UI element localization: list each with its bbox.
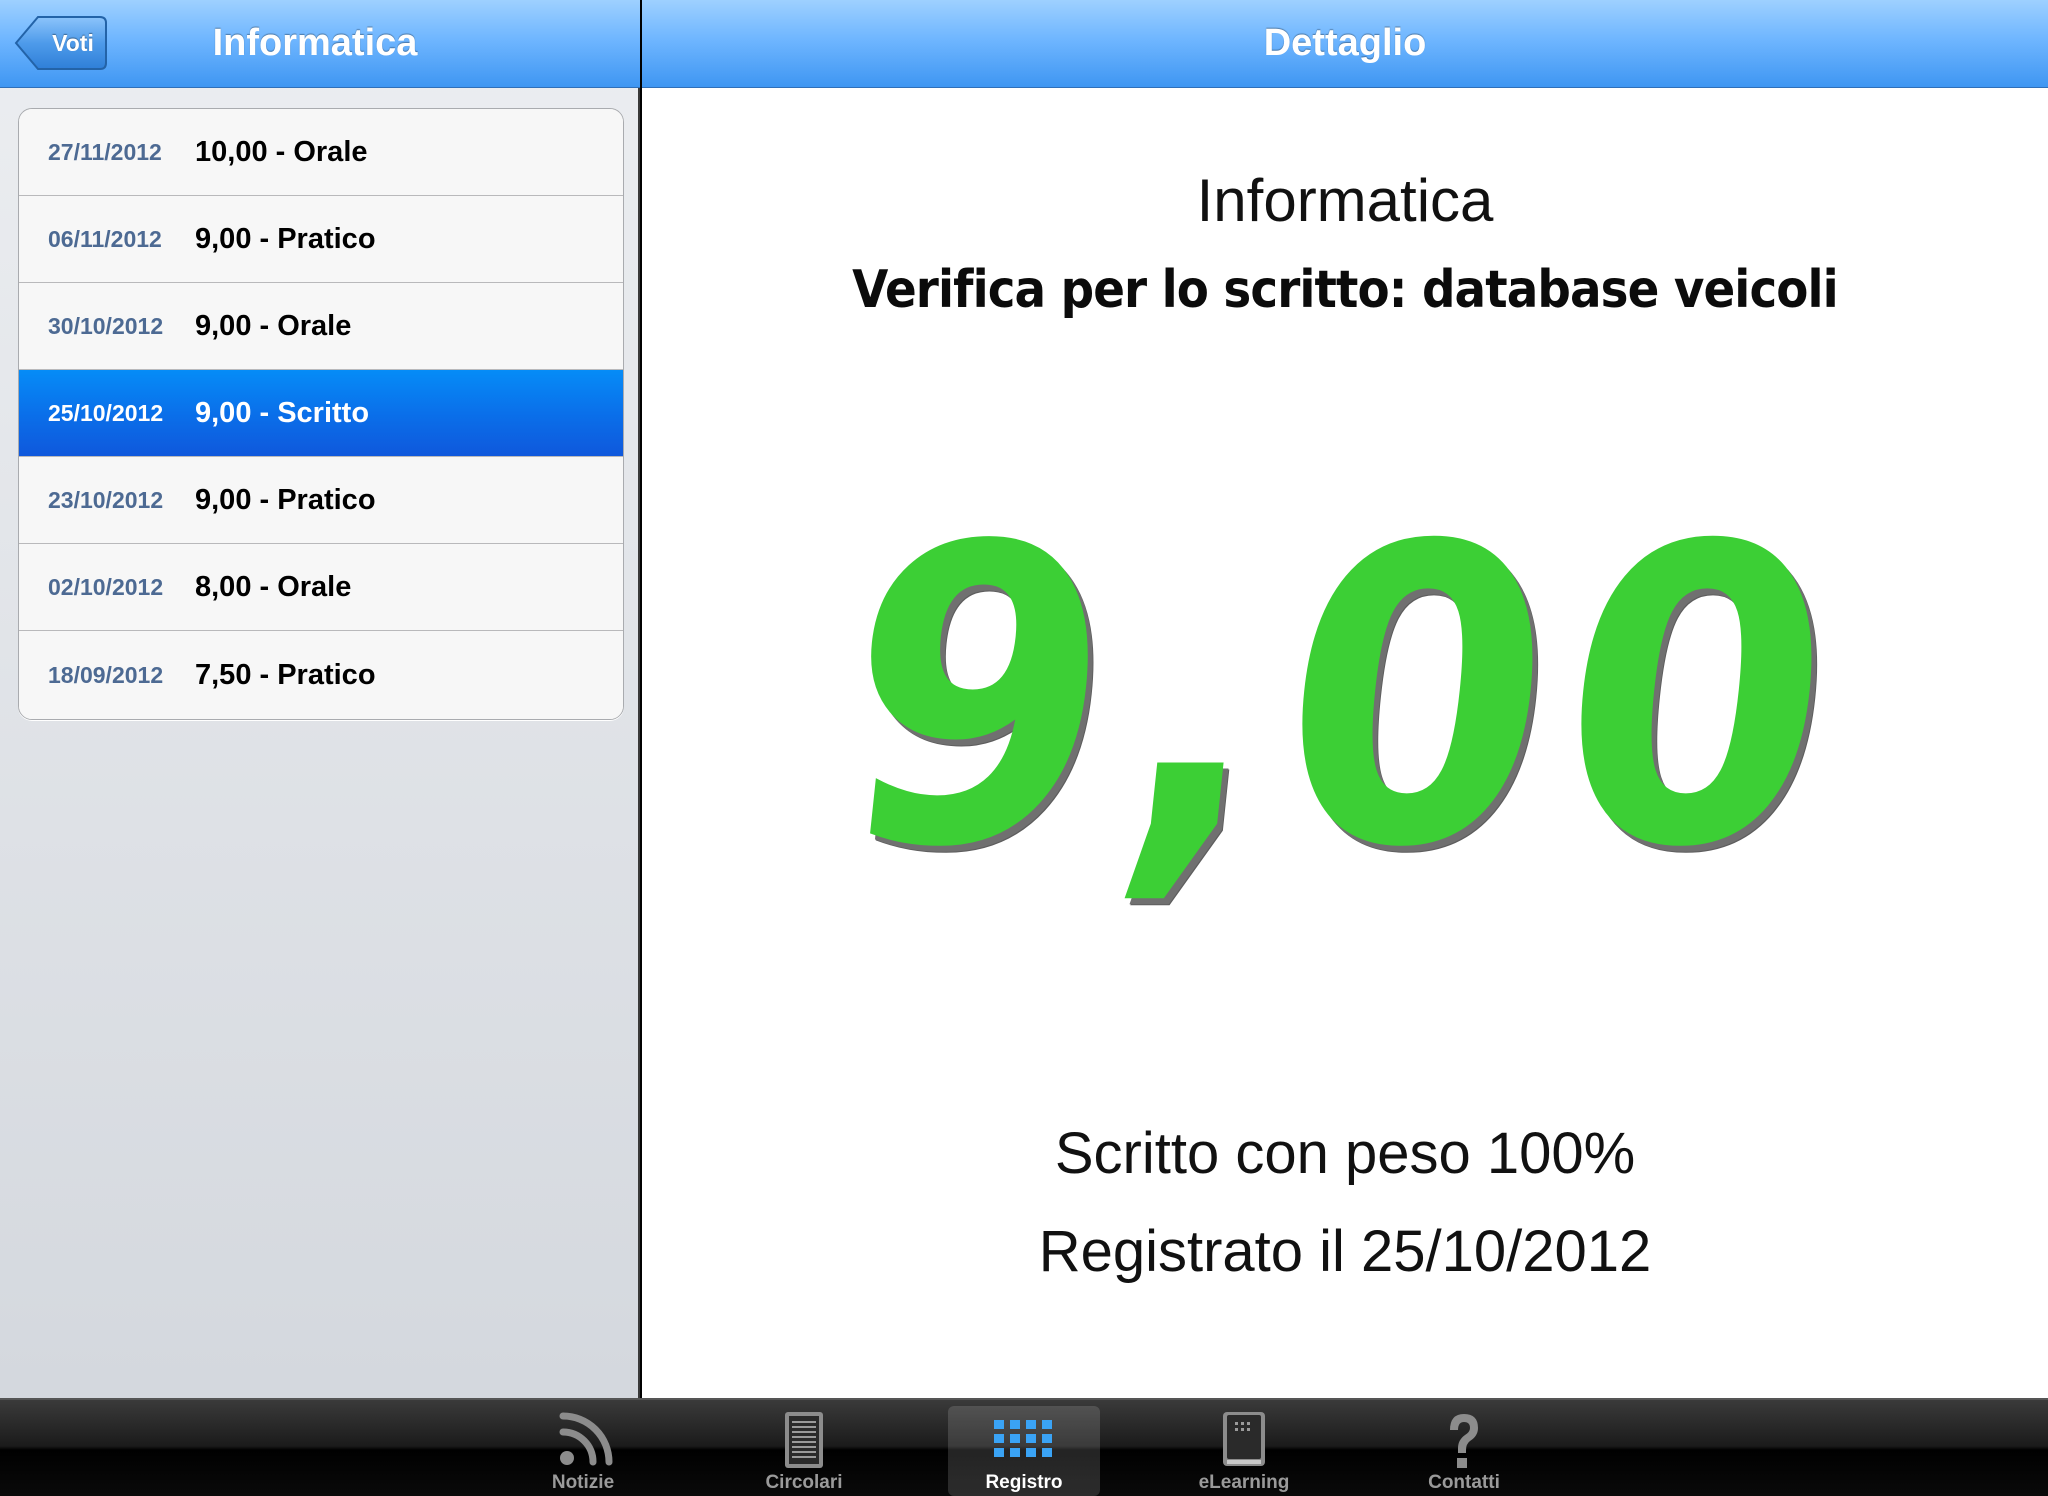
grade-row[interactable]: 30/10/2012 9,00 - Orale (19, 283, 623, 370)
rss-icon (559, 1412, 613, 1466)
back-button[interactable]: Voti (14, 15, 108, 71)
detail-weight: Scritto con peso 100% (1054, 1121, 1636, 1186)
detail-registered-date: Registrato il 25/10/2012 (1038, 1219, 1652, 1284)
question-icon (1450, 1414, 1478, 1468)
grade-row[interactable]: 23/10/2012 9,00 - Pratico (19, 457, 623, 544)
book-icon (1223, 1412, 1265, 1466)
grade-row[interactable]: 27/11/2012 10,00 - Orale (19, 109, 623, 196)
grade-date: 02/10/2012 (48, 573, 164, 600)
grade-row[interactable]: 02/10/2012 8,00 - Orale (19, 544, 623, 631)
tab-contatti[interactable]: Contatti (1388, 1406, 1540, 1496)
subject-title: Informatica (212, 22, 418, 64)
master-pane: Voti Informatica 27/11/2012 10,00 - Oral… (0, 0, 640, 1398)
grade-value: 7,50 - Pratico (195, 658, 376, 691)
grade-row[interactable]: 18/09/2012 7,50 - Pratico (19, 631, 623, 719)
detail-description: Verifica per lo scritto: database veicol… (852, 260, 1839, 320)
grade-date: 25/10/2012 (48, 399, 164, 426)
grade-value: 9,00 - Pratico (195, 222, 376, 255)
detail-navigation-bar: Dettaglio (642, 0, 2048, 88)
document-icon (785, 1412, 823, 1468)
grade-date: 27/11/2012 (48, 138, 162, 165)
detail-pane: Informatica Verifica per lo scritto: dat… (642, 88, 2048, 1398)
tab-label: Contatti (1428, 1472, 1500, 1493)
grade-value: 10,00 - Orale (195, 135, 368, 168)
grade-row[interactable]: 06/11/2012 9,00 - Pratico (19, 196, 623, 283)
master-navigation-bar: Voti Informatica (0, 0, 640, 88)
tab-circolari[interactable]: Circolari (728, 1406, 880, 1496)
detail-title: Dettaglio (1263, 22, 1427, 64)
tab-label: Registro (985, 1472, 1063, 1493)
tab-label: Notizie (551, 1472, 615, 1493)
grid-icon (994, 1420, 1052, 1457)
grade-row-selected[interactable]: 25/10/2012 9,00 - Scritto (19, 370, 623, 457)
back-button-label: Voti (52, 30, 94, 56)
tab-registro[interactable]: Registro (948, 1406, 1100, 1496)
grade-date: 30/10/2012 (48, 312, 164, 339)
tab-label: eLearning (1198, 1472, 1290, 1493)
grade-list: 27/11/2012 10,00 - Orale 06/11/2012 9,00… (18, 108, 624, 720)
detail-grade-value: 9,00 (821, 459, 1869, 937)
detail-subject: Informatica (1196, 167, 1494, 234)
grade-date: 23/10/2012 (48, 486, 164, 513)
tab-elearning[interactable]: eLearning (1168, 1406, 1320, 1496)
tab-bar: Notizie Circolari Registro eLearning Con… (0, 1398, 2048, 1496)
grade-value: 8,00 - Orale (195, 570, 352, 603)
grade-date: 06/11/2012 (48, 225, 162, 252)
grade-value: 9,00 - Orale (195, 309, 352, 342)
tab-notizie[interactable]: Notizie (507, 1406, 659, 1496)
grade-date: 18/09/2012 (48, 661, 164, 688)
grade-value: 9,00 - Scritto (195, 396, 370, 429)
grade-value: 9,00 - Pratico (195, 483, 376, 516)
tab-label: Circolari (765, 1472, 843, 1493)
